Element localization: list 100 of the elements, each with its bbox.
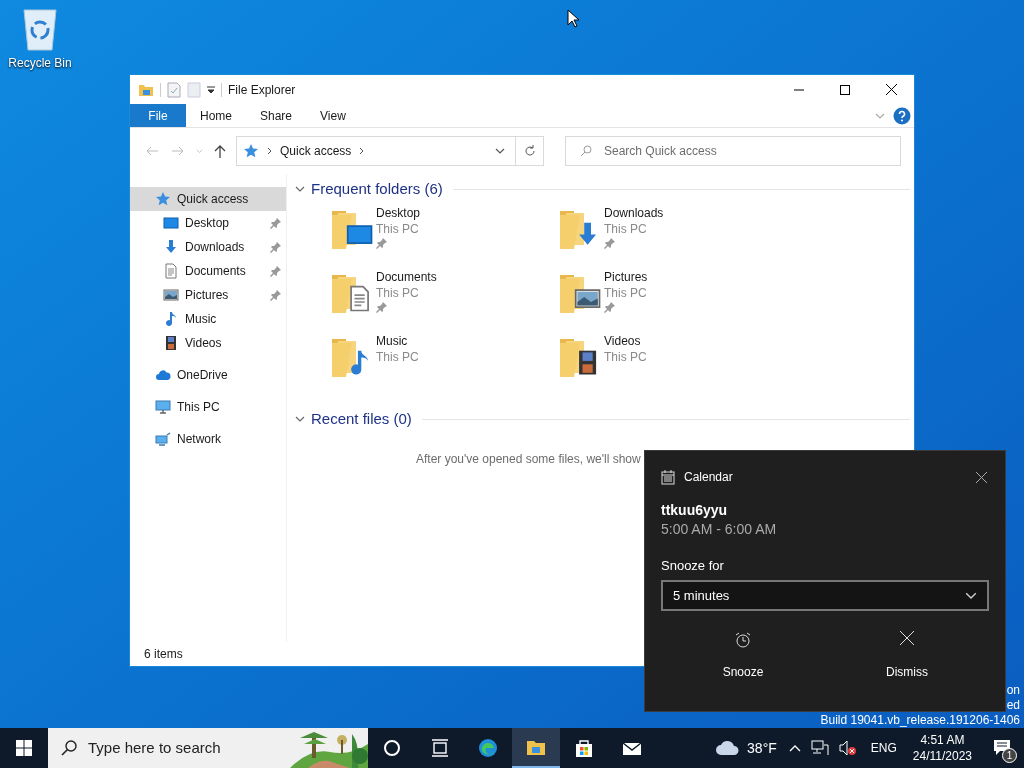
expand-ribbon-icon [875,112,885,119]
search-placeholder: Search Quick access [604,143,717,160]
address-path[interactable]: Quick access [280,142,352,160]
close-icon [975,471,987,483]
snooze-value: 5 minutes [673,586,730,605]
nav-item-label: Desktop [185,215,230,232]
monitor-icon [163,215,179,231]
taskbar-search-field[interactable]: Type here to search [48,728,368,768]
weather-button[interactable]: 38°F [709,737,783,759]
nav-item[interactable]: Downloads [130,235,286,259]
nav-item[interactable]: Documents [130,259,286,283]
nav-item[interactable]: Music [130,307,286,331]
folder-location: This PC [376,221,420,237]
build-watermark-text: ed [1006,698,1020,713]
section-heading[interactable]: Frequent folders (6) [311,177,443,201]
nav-item[interactable]: Quick access [130,187,286,211]
cursor-icon [567,9,579,28]
pin-icon [604,237,616,249]
folder-tile[interactable]: Documents This PC [328,269,556,333]
download-arrow-icon [163,239,179,255]
nav-item-label: Videos [185,335,222,352]
nav-item[interactable]: Network [130,427,286,451]
chevron-icon [359,147,365,155]
nav-item[interactable]: Videos [130,331,286,355]
notification-count-badge: 1 [1002,748,1017,763]
search-icon [580,145,592,157]
folder-name: Pictures [604,269,648,285]
nav-item[interactable]: This PC [130,395,286,419]
picture-icon [163,287,179,303]
nav-item-label: OneDrive [177,367,228,384]
build-watermark-text: on [1006,683,1020,698]
up-arrow-icon [214,144,226,158]
event-title: ttkuu6yyu [661,501,729,519]
task-view-icon [430,738,450,758]
cloud-icon [155,367,171,383]
network-icon [155,431,171,447]
folder-tile[interactable]: Pictures This PC [556,269,784,333]
empty-message: After you've opened some files, we'll show [416,452,641,466]
nav-item[interactable]: Desktop [130,211,286,235]
folder-name: Videos [604,333,642,349]
nav-item[interactable]: OneDrive [130,363,286,387]
search-icon [60,739,78,757]
refresh-icon [523,145,536,157]
file-menu-button[interactable]: File [130,104,186,127]
search-field[interactable]: Search Quick access [565,136,901,166]
window-title: File Explorer [228,81,296,99]
film-icon [163,335,179,351]
folder-name: Music [376,333,409,349]
action-center-button[interactable]: 1 [980,728,1024,768]
folder-tile[interactable]: Music This PC [328,333,556,397]
section-heading[interactable]: Recent files (0) [311,407,412,431]
folder-tile[interactable]: Downloads This PC [556,205,784,269]
store-bag-icon [574,738,594,758]
edge-browser-icon [478,738,498,758]
pin-icon [604,301,616,313]
desktop-icon-label[interactable]: Recycle Bin [8,54,72,72]
ribbon-tab[interactable]: Share [246,104,307,127]
close-icon [885,84,897,95]
language-indicator[interactable]: ENG [862,739,905,757]
folder-name: Documents [376,269,437,285]
dropdown-icon [495,148,505,154]
recycle-bin-icon [20,6,60,52]
nav-item-label: Quick access [177,191,249,208]
help-icon [893,106,911,125]
windows-logo-icon [16,740,32,756]
collapse-chevron-icon [295,416,305,422]
nav-item[interactable]: Pictures [130,283,286,307]
build-watermark-text: Build 19041.vb_release.191206-1406 [820,713,1020,728]
dismiss-button[interactable]: Dismiss [825,631,989,681]
pin-icon [270,289,282,301]
ribbon-tab[interactable]: View [306,104,360,127]
folder-tile[interactable]: Videos This PC [556,333,784,397]
music-note-icon [163,311,179,327]
forward-arrow-icon [172,146,184,156]
maximize-icon [840,84,850,95]
clock[interactable]: 4:51 AM 24/11/2023 [904,732,980,764]
folder-tile[interactable]: Desktop This PC [328,205,556,269]
snooze-button[interactable]: Snooze [661,631,825,681]
volume-muted-icon [838,740,857,756]
caret-icon [207,85,215,94]
cortana-circle-icon [382,738,402,758]
folder-location: This PC [376,285,420,301]
computer-icon [155,399,171,415]
alarm-clock-icon [734,631,752,649]
snooze-dropdown[interactable]: 5 minutes [661,580,989,611]
folder-location: This PC [604,349,647,365]
pin-icon [270,217,282,229]
taskbar-app-button[interactable] [512,728,560,768]
ribbon-tab[interactable]: Home [186,104,246,127]
search-placeholder: Type here to search [88,737,221,758]
event-time: 5:00 AM - 6:00 AM [661,520,778,539]
chevron-icon [267,147,272,155]
address-bar[interactable]: Quick access [236,136,544,166]
document-icon [163,263,179,279]
chevron-up-icon [788,744,801,752]
new-folder-icon [187,81,201,98]
snooze-label: Snooze for [661,558,725,574]
notification-app-name: Calendar [684,469,733,486]
properties-icon [167,81,181,98]
nav-item-label: Documents [185,263,246,280]
